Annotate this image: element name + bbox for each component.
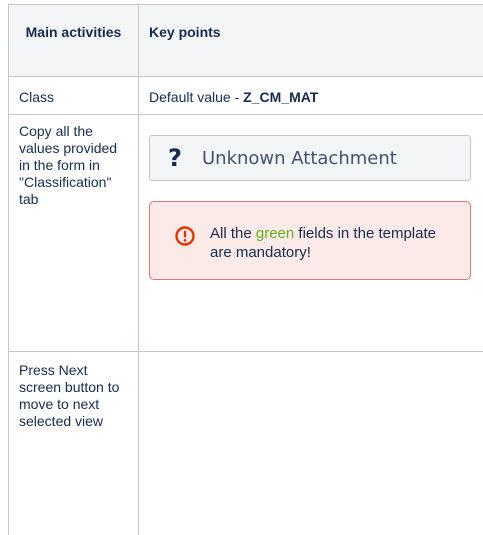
unknown-attachment[interactable]: ? Unknown Attachment (149, 135, 471, 181)
activities-table: Main activities Key points Class Default… (8, 4, 483, 535)
activity-cell-copy: Copy all the values provided in the form… (8, 114, 139, 352)
warning-text-green: green (255, 225, 295, 242)
table-header-row: Main activities Key points (8, 4, 483, 77)
table-row: Class Default value - Z_CM_MAT (8, 76, 483, 115)
key-cell-class: Default value - Z_CM_MAT (138, 76, 483, 115)
header-key-points: Key points (138, 4, 483, 77)
table-row: Press Next screen button to move to next… (8, 351, 483, 535)
warning-message: All the green fields in the template are… (210, 224, 450, 262)
warning-text-start: All the (210, 225, 256, 242)
document-page: Main activities Key points Class Default… (0, 0, 483, 535)
exclamation-circle-icon (175, 226, 195, 246)
question-mark-icon: ? (168, 143, 182, 172)
key-cell-copy: ? Unknown Attachment All the green field… (138, 114, 483, 352)
table-row: Copy all the values provided in the form… (8, 114, 483, 352)
default-value-label: Default value - (149, 89, 244, 105)
activity-cell-next: Press Next screen button to move to next… (8, 351, 139, 535)
warning-panel: All the green fields in the template are… (149, 201, 471, 280)
activity-cell-class: Class (8, 76, 139, 115)
header-main-activities: Main activities (8, 4, 139, 77)
attachment-label: Unknown Attachment (202, 147, 397, 169)
default-value: Z_CM_MAT (243, 89, 319, 105)
key-cell-next (138, 351, 483, 535)
